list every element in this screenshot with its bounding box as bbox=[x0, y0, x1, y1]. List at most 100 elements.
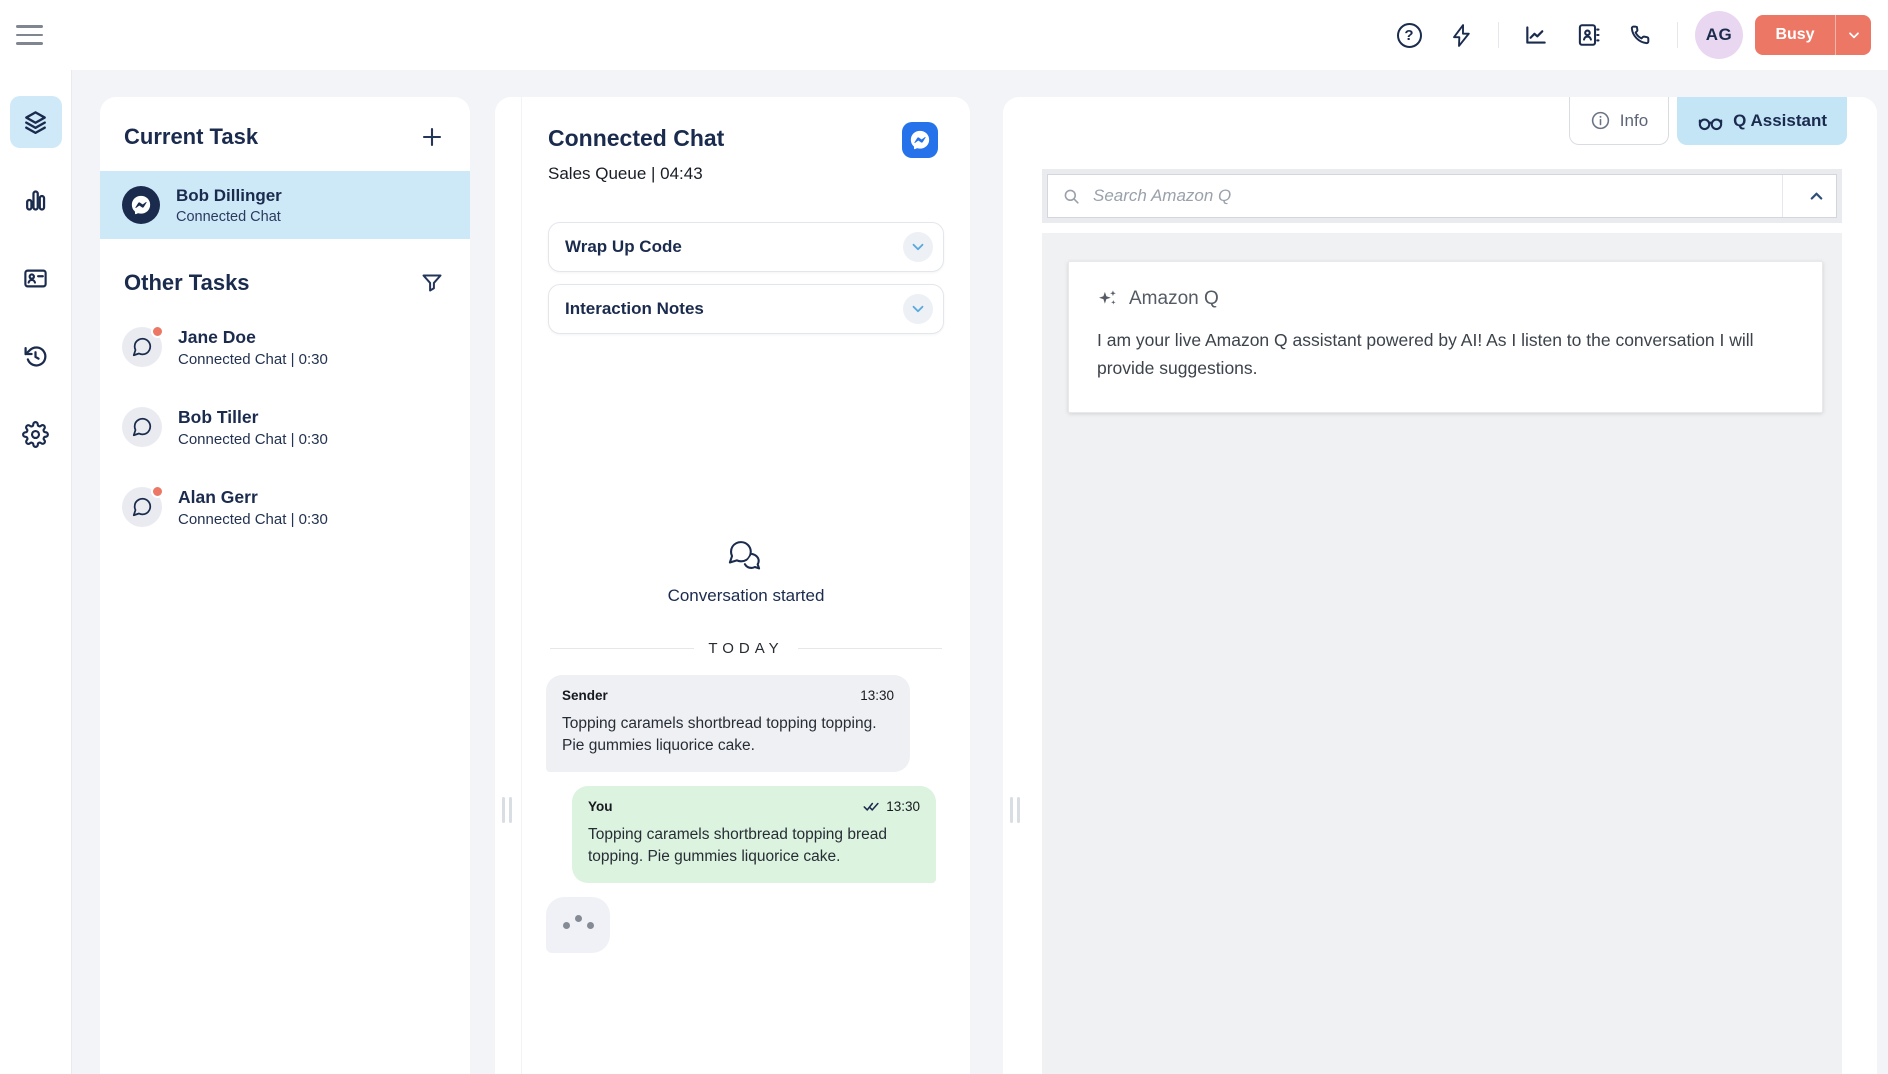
messenger-channel-avatar bbox=[122, 186, 160, 224]
agent-status-label: Busy bbox=[1755, 15, 1835, 55]
tab-q-assistant-label: Q Assistant bbox=[1733, 111, 1827, 131]
chat-task-avatar bbox=[122, 407, 162, 447]
chat-task-avatar bbox=[122, 327, 162, 367]
search-input[interactable] bbox=[1093, 186, 1782, 206]
task-row-alan-gerr[interactable]: Alan Gerr Connected Chat | 0:30 bbox=[100, 467, 470, 547]
expand-button[interactable] bbox=[903, 232, 933, 262]
plus-icon bbox=[420, 125, 444, 149]
task-subtitle: Connected Chat | 0:30 bbox=[178, 431, 328, 448]
help-button[interactable]: ? bbox=[1389, 15, 1429, 55]
message-time: 13:30 bbox=[860, 688, 894, 703]
add-task-button[interactable] bbox=[418, 123, 446, 151]
message-text: Topping caramels shortbread topping brea… bbox=[588, 824, 920, 868]
status-caret bbox=[1835, 15, 1871, 55]
assistant-content-area: Amazon Q I am your live Amazon Q assista… bbox=[1042, 233, 1842, 1074]
panel-resize-handle[interactable] bbox=[502, 797, 512, 823]
bar-chart-icon bbox=[22, 187, 49, 214]
phone-icon bbox=[1628, 23, 1653, 48]
app-navigation-rail bbox=[0, 70, 72, 1074]
chat-queue-timer: Sales Queue | 04:43 bbox=[548, 164, 938, 184]
tab-info-label: Info bbox=[1620, 111, 1648, 131]
task-name: Alan Gerr bbox=[178, 487, 328, 508]
chat-title: Connected Chat bbox=[548, 125, 938, 152]
nav-item-settings[interactable] bbox=[10, 408, 62, 460]
hamburger-menu-icon[interactable] bbox=[16, 22, 43, 48]
agent-avatar[interactable]: AG bbox=[1695, 11, 1743, 59]
layers-icon bbox=[22, 109, 49, 136]
chevron-down-icon bbox=[909, 300, 927, 318]
messenger-channel-button[interactable] bbox=[902, 122, 938, 158]
delivered-check-icon bbox=[863, 800, 880, 813]
message-text: Topping caramels shortbread topping topp… bbox=[562, 713, 894, 757]
task-row-jane-doe[interactable]: Jane Doe Connected Chat | 0:30 bbox=[100, 307, 470, 387]
top-bar: ? AG Busy bbox=[0, 0, 1888, 70]
address-book-icon bbox=[1575, 22, 1601, 48]
q-card-body: I am your live Amazon Q assistant powere… bbox=[1097, 326, 1794, 382]
current-task-name: Bob Dillinger bbox=[176, 186, 282, 206]
chat-panel: Connected Chat Sales Queue | 04:43 Wrap … bbox=[495, 97, 970, 1074]
current-task-row[interactable]: Bob Dillinger Connected Chat bbox=[100, 171, 470, 239]
directory-button[interactable] bbox=[1568, 15, 1608, 55]
message-sender: Sender bbox=[562, 688, 608, 703]
panel-resize-handle[interactable] bbox=[1010, 797, 1020, 823]
filter-tasks-button[interactable] bbox=[418, 269, 446, 297]
task-subtitle: Connected Chat | 0:30 bbox=[178, 511, 328, 528]
unread-dot bbox=[151, 485, 164, 498]
current-task-title: Current Task bbox=[124, 124, 258, 150]
topbar-divider bbox=[1677, 22, 1678, 48]
messenger-icon bbox=[909, 129, 931, 151]
chat-bubble-icon bbox=[131, 336, 153, 358]
collapse-search-button[interactable] bbox=[1782, 175, 1836, 217]
message-time: 13:30 bbox=[886, 799, 920, 814]
q-card-title: Amazon Q bbox=[1129, 288, 1219, 310]
tab-q-assistant[interactable]: Q Assistant bbox=[1677, 97, 1847, 145]
conversation-icon bbox=[725, 540, 767, 576]
lightning-icon bbox=[1449, 23, 1474, 48]
filter-funnel-icon bbox=[420, 271, 444, 295]
expand-button[interactable] bbox=[903, 294, 933, 324]
chat-bubble-icon bbox=[131, 416, 153, 438]
unread-dot bbox=[151, 325, 164, 338]
task-name: Bob Tiller bbox=[178, 407, 328, 428]
day-divider-label: TODAY bbox=[708, 640, 783, 657]
message-outbound: You 13:30 Topping caramels shortbread to… bbox=[572, 786, 936, 883]
sparkle-icon bbox=[1097, 288, 1119, 310]
task-name: Jane Doe bbox=[178, 327, 328, 348]
typing-indicator bbox=[546, 897, 610, 953]
chevron-down-icon bbox=[1846, 27, 1862, 43]
nav-item-contacts[interactable] bbox=[10, 252, 62, 304]
message-inbound: Sender 13:30 Topping caramels shortbread… bbox=[546, 675, 910, 772]
wrap-up-code-accordion[interactable]: Wrap Up Code bbox=[548, 222, 944, 272]
task-row-bob-tiller[interactable]: Bob Tiller Connected Chat | 0:30 bbox=[100, 387, 470, 467]
phone-button[interactable] bbox=[1620, 15, 1660, 55]
amazon-q-search-bar bbox=[1042, 169, 1842, 223]
task-subtitle: Connected Chat | 0:30 bbox=[178, 351, 328, 368]
quick-actions-button[interactable] bbox=[1441, 15, 1481, 55]
agent-status-dropdown[interactable]: Busy bbox=[1755, 15, 1871, 55]
day-divider: TODAY bbox=[550, 640, 942, 657]
nav-item-metrics[interactable] bbox=[10, 174, 62, 226]
interaction-notes-accordion[interactable]: Interaction Notes bbox=[548, 284, 944, 334]
nav-item-tasks[interactable] bbox=[10, 96, 62, 148]
chat-bubble-icon bbox=[131, 496, 153, 518]
message-list: Sender 13:30 Topping caramels shortbread… bbox=[546, 675, 944, 953]
current-task-subtitle: Connected Chat bbox=[176, 209, 282, 225]
chevron-down-icon bbox=[909, 238, 927, 256]
gear-icon bbox=[22, 421, 49, 448]
chevron-up-icon bbox=[1807, 187, 1826, 206]
conversation-started-text: Conversation started bbox=[522, 586, 970, 606]
history-icon bbox=[22, 343, 49, 370]
id-card-icon bbox=[22, 265, 49, 292]
accordion-label: Wrap Up Code bbox=[565, 237, 682, 257]
chat-task-avatar bbox=[122, 487, 162, 527]
tasks-panel: Current Task Bob Dillinger Connected Cha… bbox=[100, 97, 470, 1074]
search-icon bbox=[1062, 187, 1081, 206]
metrics-button[interactable] bbox=[1516, 15, 1556, 55]
tab-info[interactable]: Info bbox=[1569, 97, 1669, 145]
nav-item-history[interactable] bbox=[10, 330, 62, 382]
conversation-started-block: Conversation started bbox=[522, 540, 970, 606]
amazon-q-welcome-card: Amazon Q I am your live Amazon Q assista… bbox=[1068, 261, 1823, 413]
message-sender: You bbox=[588, 799, 613, 814]
glasses-icon bbox=[1697, 110, 1724, 132]
messenger-icon bbox=[130, 194, 152, 216]
